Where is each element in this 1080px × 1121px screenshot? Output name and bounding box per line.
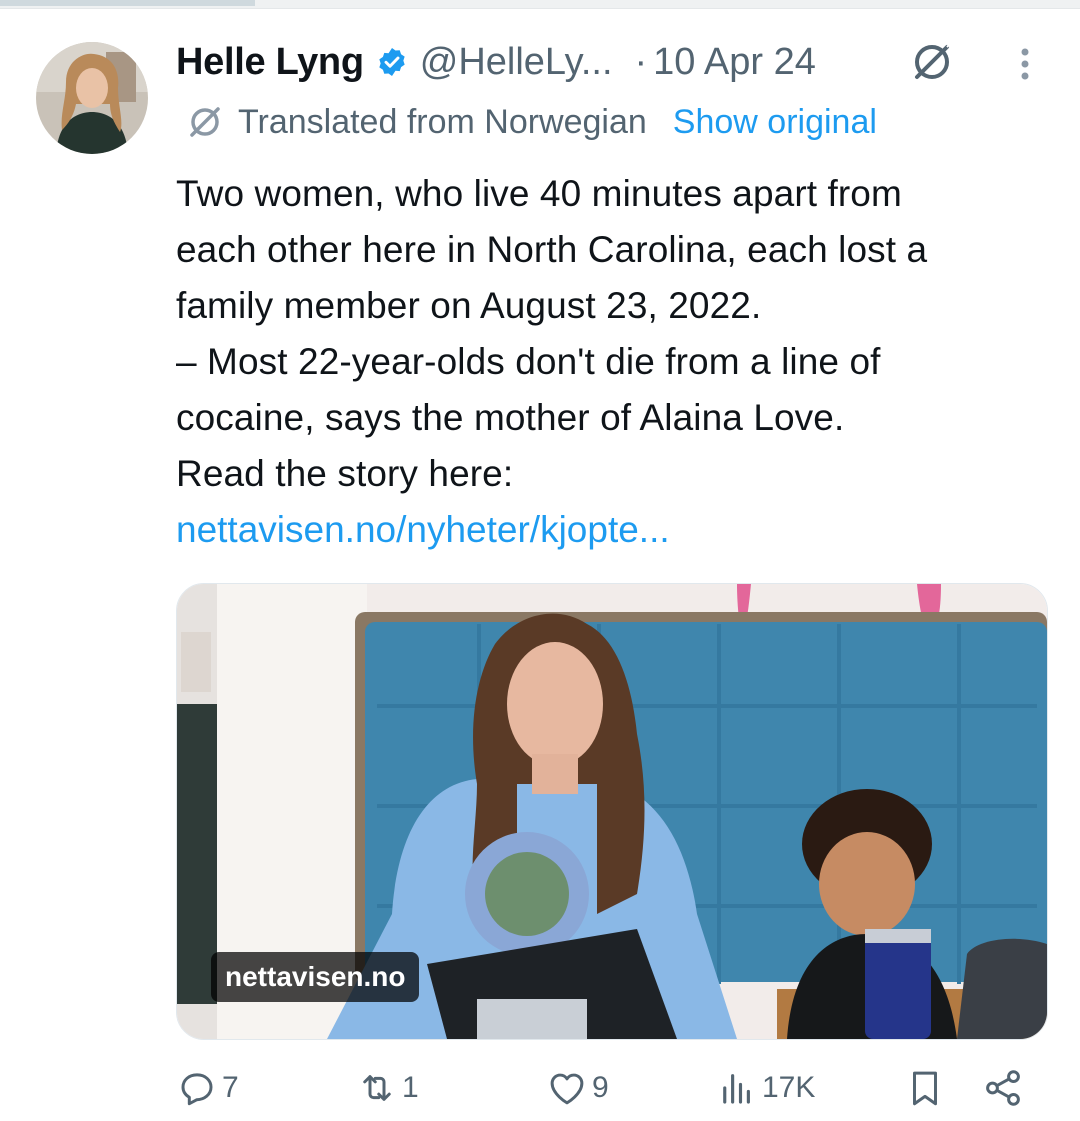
tweet-date[interactable]: 10 Apr 24 bbox=[653, 41, 816, 84]
avatar[interactable] bbox=[36, 42, 148, 154]
like-icon bbox=[550, 1073, 584, 1105]
view-count: 17K bbox=[762, 1071, 816, 1104]
repost-button[interactable]: 1 bbox=[356, 1058, 419, 1118]
reply-icon bbox=[181, 1073, 213, 1106]
reply-button[interactable]: 7 bbox=[176, 1058, 239, 1118]
author-handle[interactable]: @HelleLy... bbox=[420, 41, 613, 84]
top-divider bbox=[0, 0, 1080, 9]
share-icon bbox=[986, 1070, 1020, 1106]
translate-icon bbox=[186, 103, 224, 141]
media-source-badge: nettavisen.no bbox=[211, 952, 420, 1002]
media-image[interactable]: nettavisen.no bbox=[176, 583, 1048, 1040]
bookmark-icon bbox=[913, 1071, 937, 1106]
reply-count: 7 bbox=[222, 1071, 239, 1104]
share-button[interactable] bbox=[982, 1058, 1024, 1118]
views-icon bbox=[723, 1074, 750, 1104]
translation-notice: Translated from Norwegian Show original bbox=[186, 99, 877, 145]
verified-badge-icon bbox=[376, 46, 408, 78]
article-link[interactable]: nettavisen.no/nyheter/kjopte... bbox=[176, 502, 670, 558]
repost-icon bbox=[363, 1075, 391, 1101]
views-button[interactable]: 17K bbox=[716, 1058, 815, 1118]
repost-count: 1 bbox=[402, 1071, 419, 1104]
tweet-text: Two women, who live 40 minutes apart fro… bbox=[176, 173, 928, 494]
like-button[interactable]: 9 bbox=[546, 1058, 609, 1118]
translation-label: Translated from Norwegian bbox=[238, 102, 647, 141]
show-original-link[interactable]: Show original bbox=[673, 103, 877, 142]
more-icon[interactable] bbox=[1010, 44, 1040, 84]
author-name[interactable]: Helle Lyng bbox=[176, 41, 364, 84]
action-bar: 7 1 9 17K bbox=[176, 1058, 1056, 1118]
header-separator: · bbox=[634, 40, 648, 83]
bookmark-button[interactable] bbox=[904, 1058, 946, 1118]
grok-icon[interactable] bbox=[910, 40, 954, 84]
tweet-header: Helle Lyng @HelleLy... · 10 Apr 24 bbox=[176, 36, 1056, 88]
like-count: 9 bbox=[592, 1071, 609, 1104]
